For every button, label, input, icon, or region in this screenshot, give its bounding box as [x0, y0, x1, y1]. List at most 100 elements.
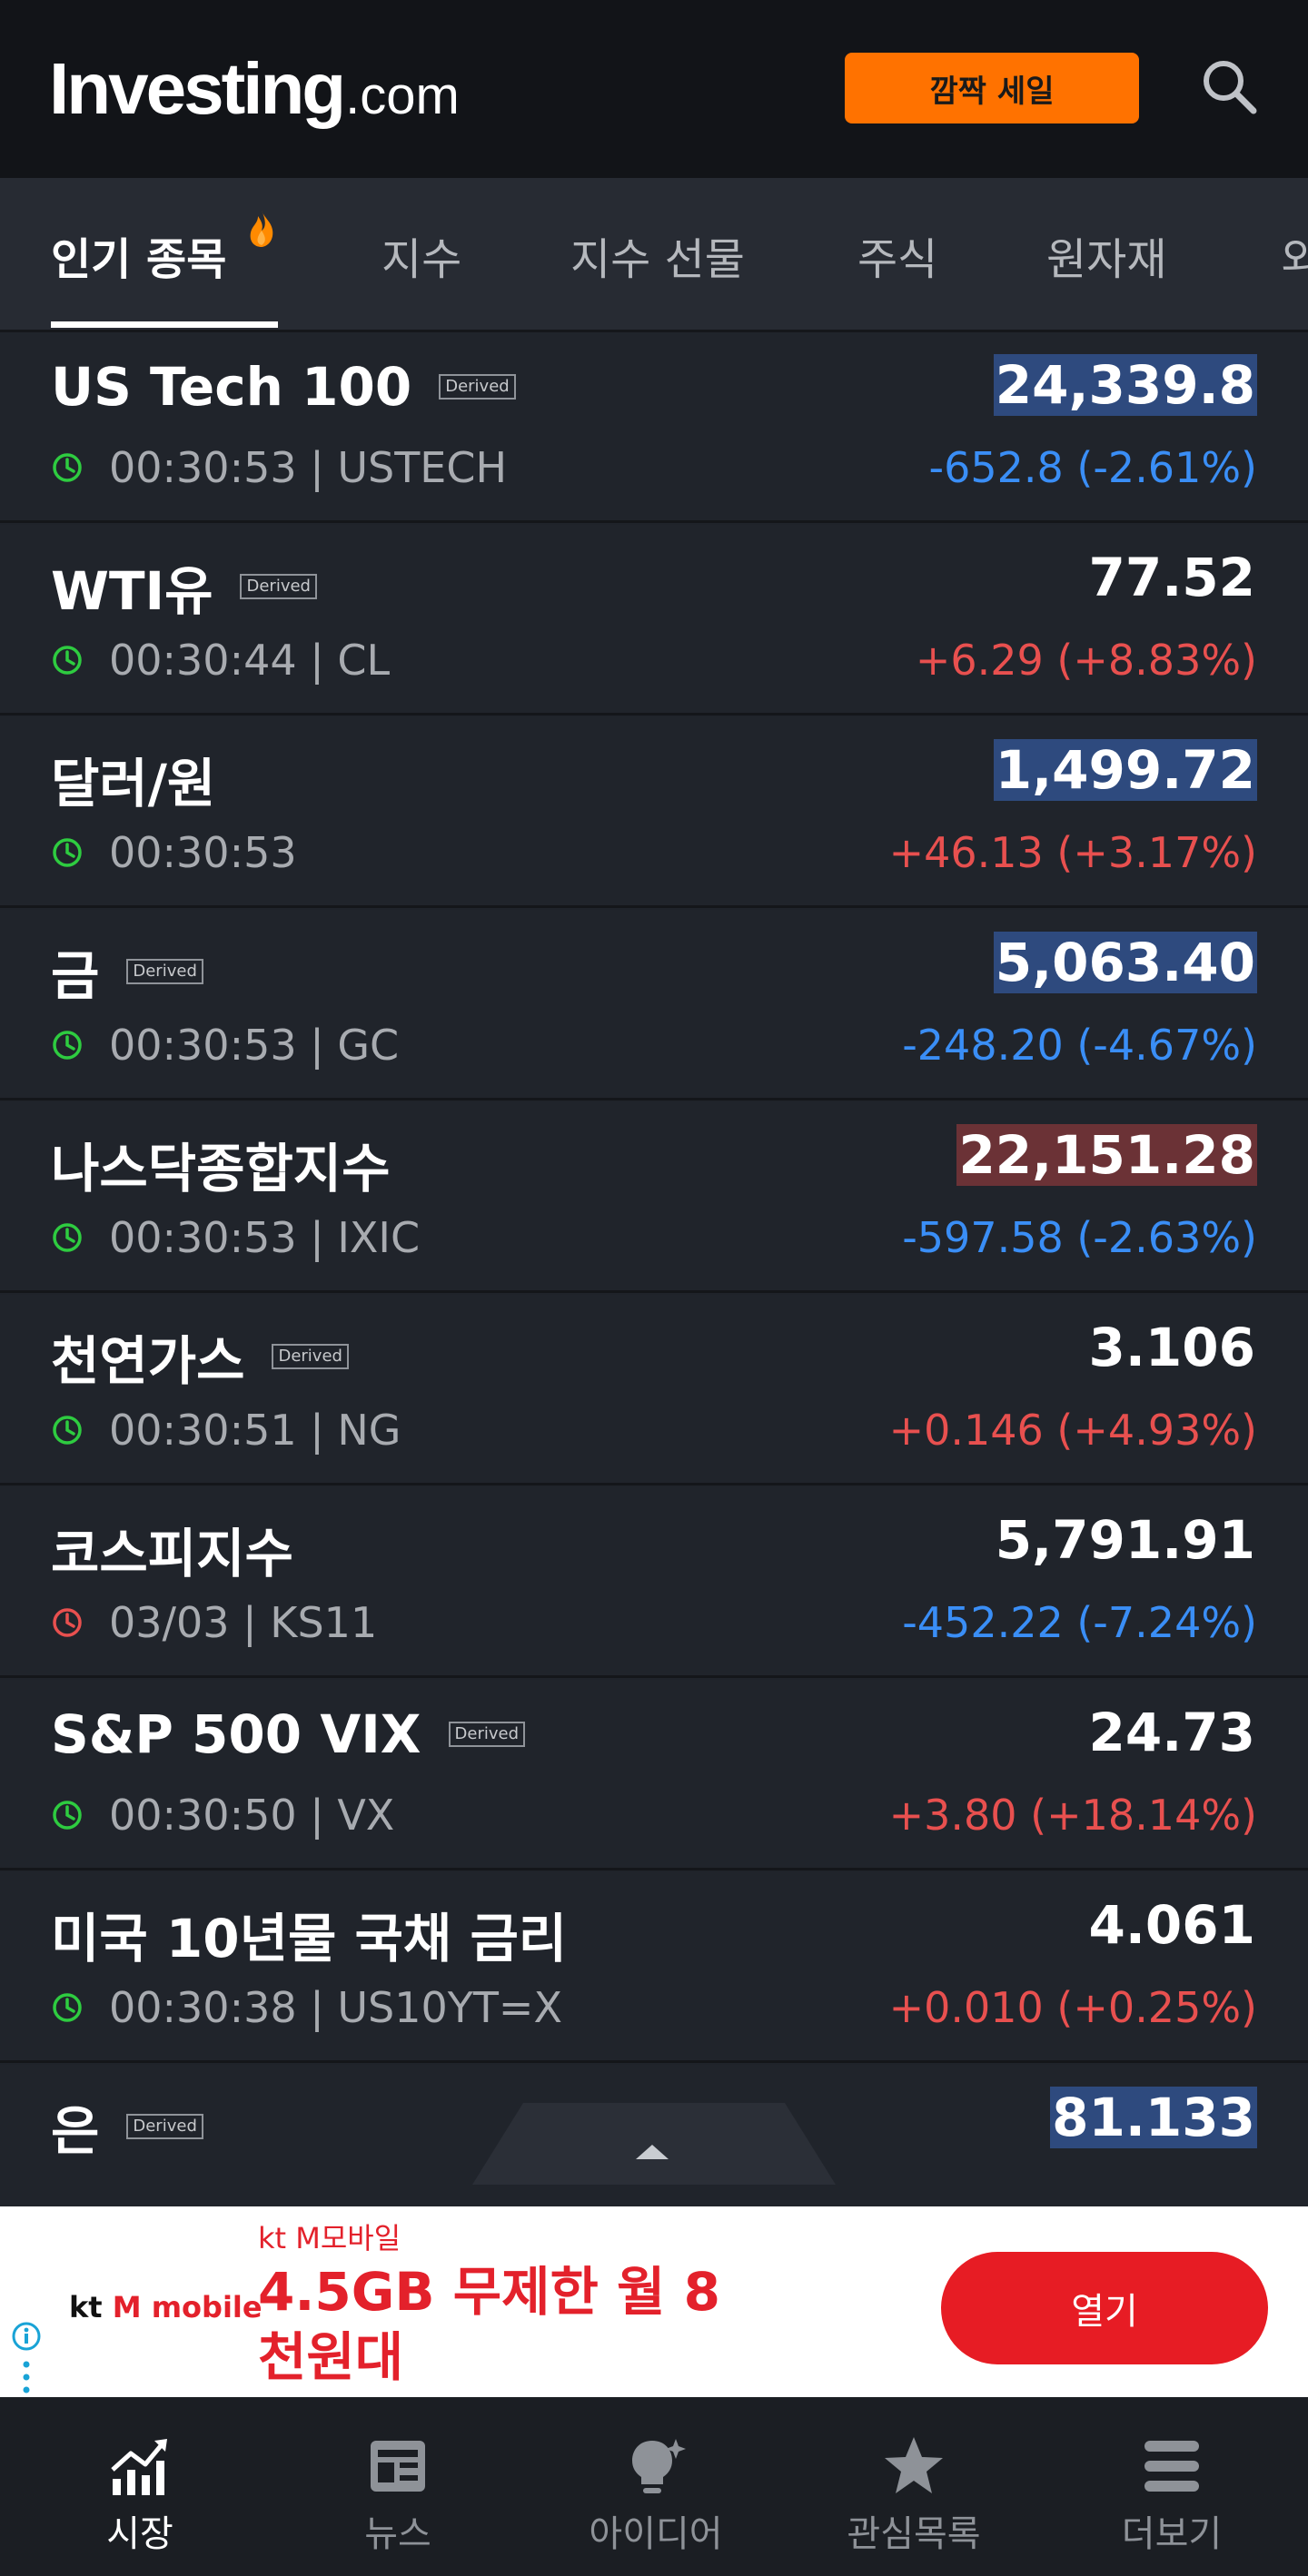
news-icon [371, 2441, 425, 2492]
tab-indices[interactable]: 지수 [382, 223, 461, 287]
quote-row[interactable]: US Tech 100 Derived 00:30:53 | USTECH 24,33… [0, 332, 1308, 523]
tab-index-futures[interactable]: 지수 선물 [570, 223, 745, 287]
clock-icon [53, 1031, 82, 1060]
quote-change: -452.22 (-7.24%) [902, 1598, 1257, 1647]
quote-row[interactable]: 미국 10년물 국채 금리 00:30:38 | US10YT=X 4.061 +0.… [0, 1872, 1308, 2063]
quote-row[interactable]: 금 Derived 00:30:53 | GC 5,063.40 -248.20 (-4… [0, 910, 1308, 1100]
nav-markets[interactable]: 시장 [9, 2397, 271, 2576]
quote-row[interactable]: 나스닥종합지수 00:30:53 | IXIC 22,151.28 -597.58 (… [0, 1102, 1308, 1293]
quote-time-symbol: 00:30:53 [109, 828, 297, 877]
quote-change: +46.13 (+3.17%) [888, 828, 1257, 877]
tab-commodities[interactable]: 원자재 [1046, 223, 1166, 287]
instrument-name: 달러/원 [51, 741, 215, 817]
kt-mmobile-logo: kt M mobile [69, 2290, 263, 2324]
ad-banner[interactable]: kt M mobile kt M모바일 4.5GB 무제한 월 8 천원대 열기 [0, 2206, 1308, 2397]
sale-button[interactable]: 깜짝 세일 [845, 53, 1139, 123]
quote-price: 24.73 [1088, 1702, 1255, 1763]
instrument-name-text: 금 [51, 945, 100, 1007]
quote-meta: 00:30:53 | IXIC [51, 1213, 420, 1262]
quote-row[interactable]: WTI유 Derived 00:30:44 | CL 77.52 +6.29 (+8.8… [0, 525, 1308, 716]
derived-badge: Derived [439, 374, 516, 400]
instrument-name-text: 천연가스 [51, 1330, 245, 1392]
ad-info-icon[interactable] [11, 2321, 42, 2352]
instrument-name: 코스피지수 [51, 1511, 293, 1587]
clock-icon [53, 1608, 82, 1637]
quote-time-symbol: 00:30:51 | NG [109, 1406, 401, 1455]
clock-icon [53, 1223, 82, 1252]
quote-price: 5,063.40 [993, 932, 1257, 993]
quote-meta: 03/03 | KS11 [51, 1598, 377, 1647]
derived-badge: Derived [448, 1722, 526, 1747]
quote-change: +3.80 (+18.14%) [888, 1791, 1257, 1840]
quote-time-symbol: 00:30:38 | US10YT=X [109, 1983, 562, 2032]
clock-icon [53, 1416, 82, 1445]
quote-change: -652.8 (-2.61%) [928, 443, 1257, 492]
nav-watchlist[interactable]: 관심목록 [783, 2397, 1045, 2576]
nav-ideas[interactable]: 아이디어 [525, 2397, 787, 2576]
ad-open-button[interactable]: 열기 [941, 2252, 1268, 2364]
investing-logo[interactable]: Investing .com [49, 47, 460, 134]
idea-icon [632, 2439, 686, 2493]
instrument-name: S&P 500 VIX Derived [51, 1703, 526, 1765]
quote-row[interactable]: 달러/원 00:30:53 1,499.72 +46.13 (+3.17%) [0, 717, 1308, 908]
quote-price: 24,339.8 [993, 354, 1257, 416]
derived-badge: Derived [272, 1344, 349, 1369]
quote-time-symbol: 00:30:53 | USTECH [109, 443, 508, 492]
chart-icon [111, 2439, 167, 2495]
quote-price: 77.52 [1088, 547, 1255, 608]
instrument-name: 은 Derived [51, 2088, 203, 2165]
nav-more-label: 더보기 [1121, 2513, 1223, 2555]
quote-price: 1,499.72 [993, 739, 1257, 801]
nav-news-label: 뉴스 [364, 2513, 431, 2555]
instrument-name: 천연가스 Derived [51, 1318, 349, 1395]
quote-price: 4.061 [1088, 1894, 1255, 1956]
quote-change: +0.010 (+0.25%) [888, 1983, 1257, 2032]
quote-row[interactable]: S&P 500 VIX Derived 00:30:50 | VX 24.73 +3.8… [0, 1680, 1308, 1870]
ad-options-icon[interactable] [22, 2359, 31, 2395]
nav-markets-label: 시장 [106, 2513, 173, 2555]
quote-row[interactable]: 천연가스 Derived 00:30:51 | NG 3.106 +0.146 (+4.… [0, 1295, 1308, 1485]
logo-kt-text: kt [69, 2290, 103, 2324]
nav-ideas-label: 아이디어 [589, 2513, 723, 2555]
nav-news[interactable]: 뉴스 [267, 2397, 529, 2576]
clock-icon [53, 453, 82, 482]
instrument-name-text: WTI유 [51, 560, 213, 622]
quote-time-symbol: 00:30:53 | IXIC [109, 1213, 421, 1262]
derived-badge: Derived [126, 2114, 203, 2139]
quote-meta: 00:30:44 | CL [51, 636, 390, 685]
derived-badge: Derived [240, 574, 317, 599]
clock-icon [53, 1801, 82, 1830]
tab-more-partial[interactable]: 외 [1281, 223, 1308, 287]
quote-meta: 00:30:53 [51, 828, 297, 877]
chevron-up-icon[interactable] [636, 2145, 669, 2159]
quote-time-symbol: 00:30:50 | VX [109, 1791, 395, 1840]
search-icon[interactable] [1197, 54, 1261, 118]
flame-icon [250, 211, 273, 247]
instrument-name-text: 은 [51, 2100, 100, 2162]
instrument-name: WTI유 Derived [51, 548, 317, 625]
star-icon [885, 2437, 943, 2493]
ad-advertiser: kt M모바일 [258, 2221, 401, 2255]
menu-icon [1144, 2441, 1199, 2492]
quote-change: +6.29 (+8.83%) [915, 636, 1257, 685]
quote-change: +0.146 (+4.93%) [888, 1406, 1257, 1455]
derived-badge: Derived [126, 959, 203, 984]
active-tab-indicator [51, 321, 278, 328]
tab-stocks[interactable]: 주식 [857, 223, 937, 287]
scroll-up-handle[interactable] [472, 2103, 836, 2185]
instrument-name-text: US Tech 100 [51, 356, 412, 418]
tab-popular[interactable]: 인기 종목 [51, 223, 226, 287]
quote-price: 81.133 [1050, 2087, 1257, 2148]
instrument-name: 금 Derived [51, 933, 203, 1010]
quote-meta: 00:30:53 | USTECH [51, 443, 507, 492]
clock-icon [53, 646, 82, 675]
quote-meta: 00:30:53 | GC [51, 1021, 399, 1070]
nav-more[interactable]: 더보기 [1041, 2397, 1303, 2576]
quote-price: 5,791.91 [995, 1509, 1255, 1571]
quote-time-symbol: 03/03 | KS11 [109, 1598, 378, 1647]
quote-row[interactable]: 코스피지수 03/03 | KS11 5,791.91 -452.22 (-7.24%… [0, 1487, 1308, 1678]
instrument-name-text: 미국 10년물 국채 금리 [51, 1908, 568, 1969]
ad-headline: 4.5GB 무제한 월 8 천원대 [258, 2261, 720, 2388]
clock-icon [53, 1993, 82, 2022]
instrument-name-text: S&P 500 VIX [51, 1703, 421, 1765]
